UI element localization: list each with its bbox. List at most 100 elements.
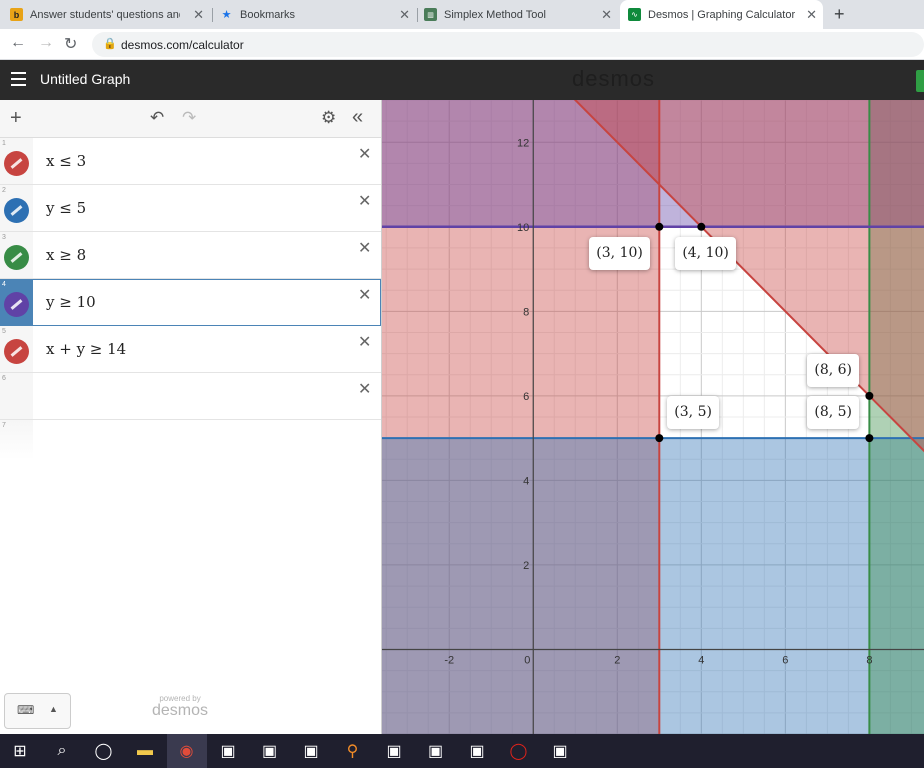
expression-panel: + ↶ ↷ ⚙ « 1 x ≤ 3 ✕ 2 y ≤ 5 ✕ 3 x ≥ 8 ✕ … [0, 100, 382, 734]
desmos-header: Untitled Graph desmos [0, 60, 924, 100]
tab-simplex[interactable]: ▥ Simplex Method Tool ✕ [424, 0, 618, 29]
address-bar[interactable]: 🔒 desmos.com/calculator [92, 32, 924, 57]
app-icon[interactable]: ▣ [208, 734, 248, 768]
x-tick-label: 8 [866, 654, 872, 666]
expression-row[interactable]: 1 x ≤ 3 ✕ [0, 138, 381, 185]
tool-icon: ▥ [424, 8, 437, 21]
tab-title: Bookmarks [240, 8, 296, 21]
vertex-point [655, 222, 664, 231]
graph-title[interactable]: Untitled Graph [40, 71, 130, 87]
tab-desmos[interactable]: ∿ Desmos | Graphing Calculator ✕ [620, 0, 823, 29]
app-icon[interactable]: ▣ [250, 734, 290, 768]
delete-expression-icon[interactable]: ✕ [358, 285, 371, 305]
y-tick-label: 4 [523, 475, 529, 487]
undo-icon[interactable]: ↶ [150, 108, 164, 128]
tab-separator [417, 8, 418, 22]
brainly-icon: b [10, 8, 23, 21]
expression-row[interactable]: 5 x + y ≥ 14 ✕ [0, 326, 381, 373]
menu-icon[interactable] [11, 72, 26, 86]
delete-expression-icon[interactable]: ✕ [358, 379, 371, 399]
close-icon[interactable]: ✕ [193, 7, 204, 23]
y-tick-label: 2 [523, 560, 529, 572]
collapse-panel-icon[interactable]: « [352, 106, 363, 129]
close-icon[interactable]: ✕ [806, 7, 817, 23]
expression-row[interactable]: 2 y ≤ 5 ✕ [0, 185, 381, 232]
add-expression-icon[interactable]: + [10, 107, 22, 130]
new-tab-icon[interactable]: + [834, 4, 845, 25]
expression-number: 7 [2, 422, 6, 429]
vertex-point [865, 434, 874, 443]
expression-number: 1 [2, 140, 6, 147]
task-view-icon[interactable]: ◯ [84, 734, 124, 768]
app-icon[interactable]: ▣ [540, 734, 580, 768]
point-label[interactable]: (8, 6) [807, 353, 860, 387]
forward-icon[interactable]: → [38, 34, 54, 52]
point-label[interactable]: (3, 10) [589, 236, 650, 270]
opera-icon[interactable]: ◯ [499, 734, 539, 768]
tab-title: Simplex Method Tool [444, 8, 546, 21]
expression-input[interactable]: y ≥ 10 [46, 293, 96, 311]
url-text: desmos.com/calculator [121, 38, 244, 52]
expression-number: 4 [2, 281, 6, 288]
windows-icon[interactable]: ⊞ [0, 734, 40, 768]
app-icon[interactable]: ▣ [291, 734, 331, 768]
expression-row[interactable]: 6 ✕ [0, 373, 381, 420]
color-toggle-icon[interactable] [4, 245, 29, 270]
tab-title: Desmos | Graphing Calculator [648, 8, 796, 21]
file-explorer-icon[interactable]: ▬ [125, 734, 165, 768]
tab-title: Answer students' questions and I [30, 8, 180, 21]
expression-toolbar: + ↶ ↷ ⚙ « [0, 100, 381, 138]
color-toggle-icon[interactable] [4, 198, 29, 223]
search-icon[interactable]: ⌕ [42, 734, 82, 768]
browser-tab-strip: b Answer students' questions and I ✕ ★ B… [0, 0, 924, 29]
windows-taskbar: ⊞ ⌕ ◯ ▬ ◉ ▣ ▣ ▣ ⚲ ▣ ▣ ▣ ◯ ▣ [0, 734, 924, 768]
app-icon[interactable]: ▣ [374, 734, 414, 768]
save-button[interactable] [916, 70, 924, 92]
point-label[interactable]: (3, 5) [667, 396, 719, 430]
chrome-icon[interactable]: ◉ [166, 734, 207, 768]
delete-expression-icon[interactable]: ✕ [358, 332, 371, 352]
x-tick-label: 6 [782, 654, 788, 666]
point-label[interactable]: (8, 5) [807, 396, 860, 430]
y-tick-label: 10 [517, 222, 529, 234]
back-icon[interactable]: ← [10, 34, 26, 52]
redo-icon[interactable]: ↷ [182, 108, 196, 128]
delete-expression-icon[interactable]: ✕ [358, 238, 371, 258]
x-tick-label: -2 [444, 654, 454, 666]
gear-icon[interactable]: ⚙ [321, 108, 336, 128]
keyboard-toggle-button[interactable]: ⌨ ▲ [4, 693, 71, 729]
tab-bookmarks[interactable]: ★ Bookmarks ✕ [220, 0, 416, 29]
expression-list: 1 x ≤ 3 ✕ 2 y ≤ 5 ✕ 3 x ≥ 8 ✕ 4 y ≥ 10 ✕… [0, 138, 381, 460]
expression-input[interactable]: y ≤ 5 [46, 199, 86, 217]
reload-icon[interactable]: ↻ [64, 34, 77, 54]
expression-number: 2 [2, 187, 6, 194]
keyboard-icon: ⌨ [17, 703, 35, 717]
vertex-point [865, 391, 874, 400]
close-icon[interactable]: ✕ [601, 7, 612, 23]
graph-paper[interactable]: -2 0 2 4 6 8 2 4 6 8 10 12 (3, 10) (4, 10) (8, 6) (3, … [382, 100, 924, 734]
expression-row[interactable]: 3 x ≥ 8 ✕ [0, 232, 381, 279]
expression-number: 6 [2, 375, 6, 382]
delete-expression-icon[interactable]: ✕ [358, 144, 371, 164]
expression-row[interactable]: 4 y ≥ 10 ✕ [0, 279, 381, 326]
x-tick-label: 2 [614, 654, 620, 666]
expression-input[interactable]: x ≤ 3 [46, 152, 86, 170]
powered-by-desmos[interactable]: powered by desmos [152, 694, 208, 720]
point-label[interactable]: (4, 10) [675, 236, 736, 270]
app-icon[interactable]: ▣ [416, 734, 456, 768]
color-toggle-icon[interactable] [4, 151, 29, 176]
vertex-point [697, 222, 706, 231]
search-app-icon[interactable]: ⚲ [333, 734, 373, 768]
expression-input[interactable]: x + y ≥ 14 [46, 340, 126, 358]
y-tick-label: 6 [523, 391, 529, 403]
tab-brainly[interactable]: b Answer students' questions and I ✕ [10, 0, 210, 29]
color-toggle-icon[interactable] [4, 292, 29, 317]
delete-expression-icon[interactable]: ✕ [358, 191, 371, 211]
app-icon[interactable]: ▣ [457, 734, 497, 768]
close-icon[interactable]: ✕ [399, 7, 410, 23]
color-toggle-icon[interactable] [4, 339, 29, 364]
y-tick-label: 8 [523, 306, 529, 318]
expression-input[interactable]: x ≥ 8 [46, 246, 86, 264]
expression-row[interactable]: 7 [0, 420, 381, 460]
powered-by-logo: desmos [152, 702, 209, 719]
